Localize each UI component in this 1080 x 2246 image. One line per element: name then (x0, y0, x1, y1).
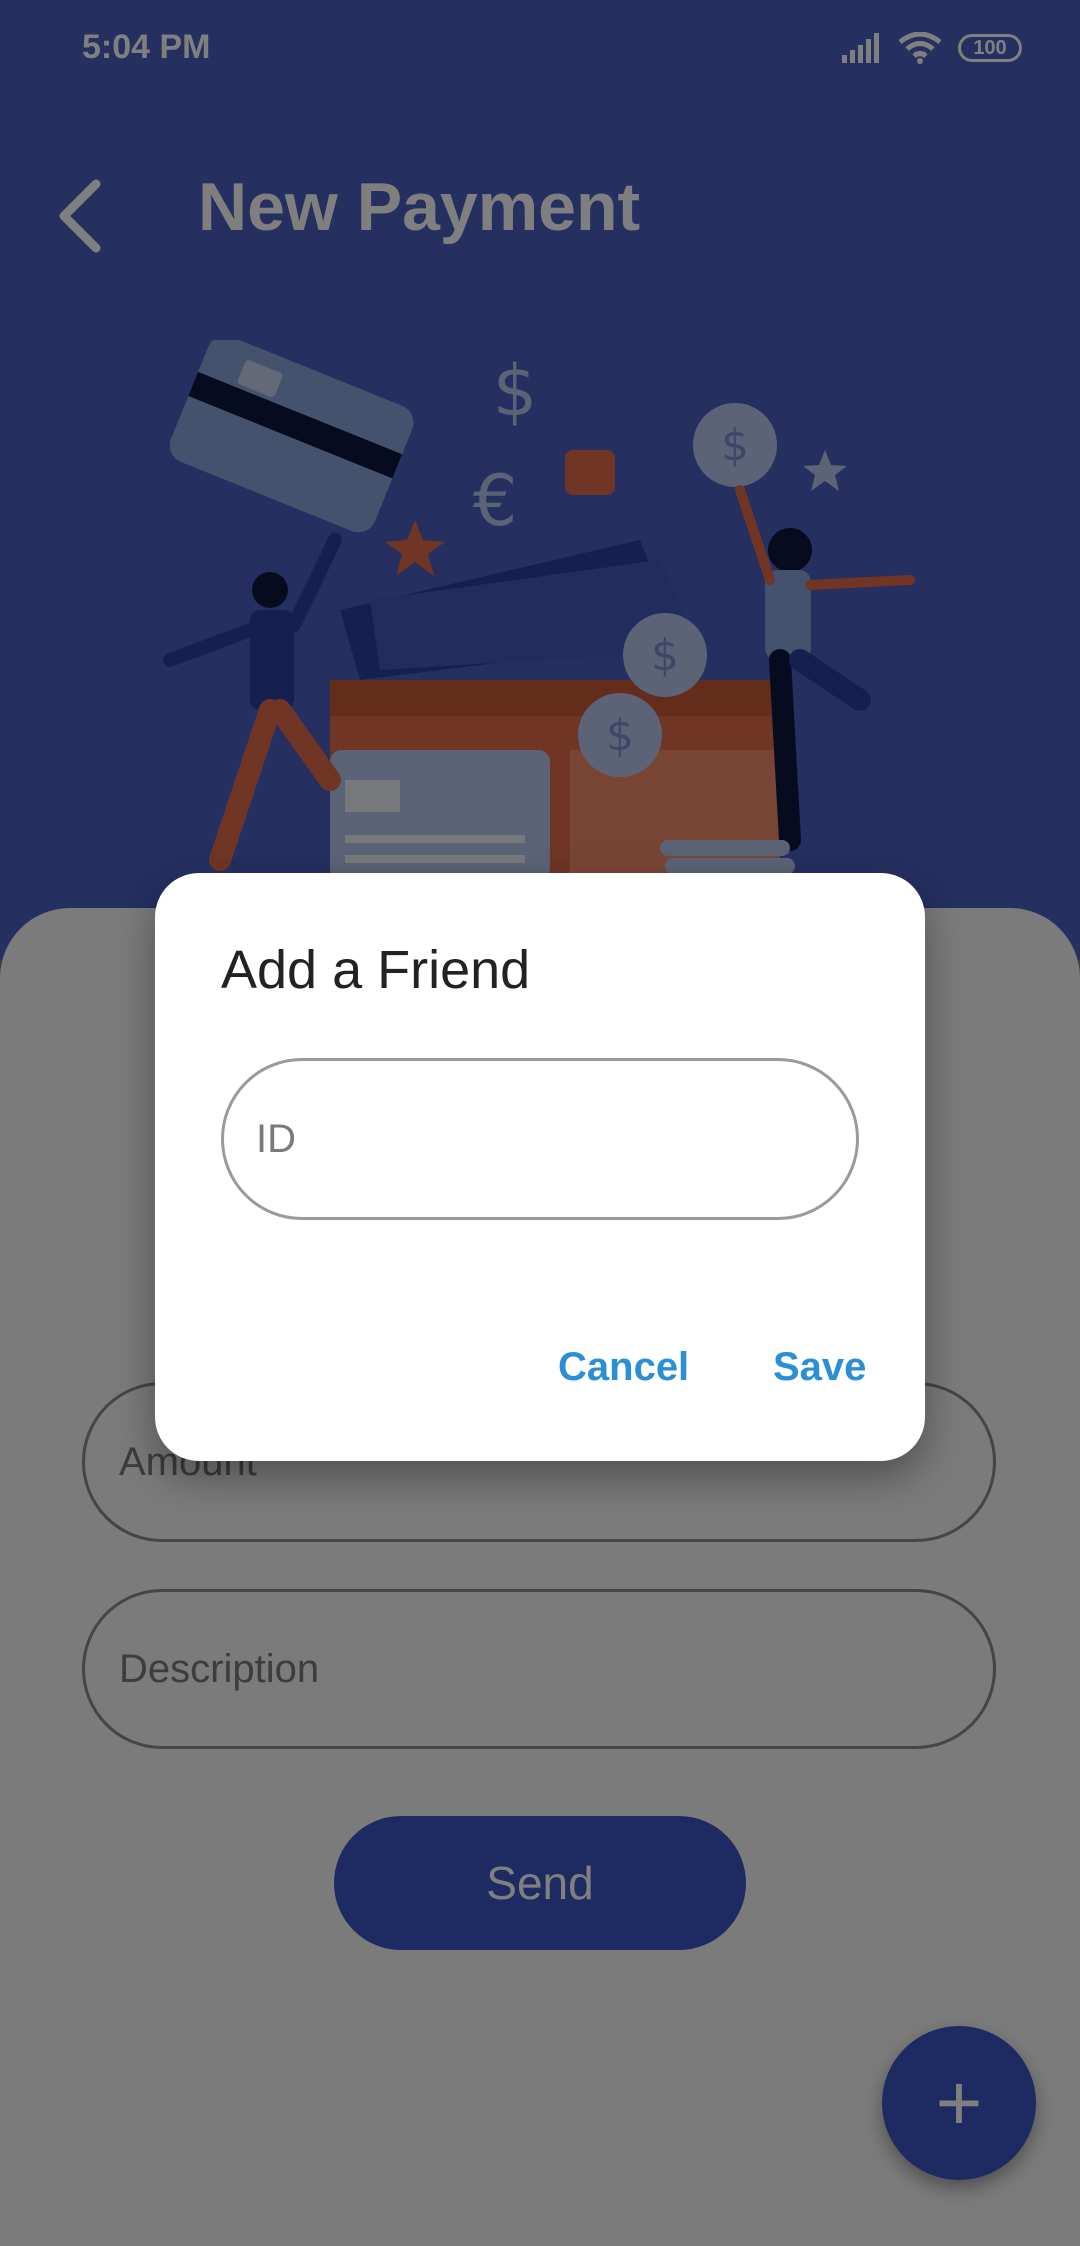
id-input[interactable]: ID (221, 1058, 859, 1220)
cancel-button[interactable]: Cancel (558, 1345, 689, 1390)
dialog-title: Add a Friend (221, 940, 531, 1000)
add-friend-dialog: Add a Friend ID Cancel Save (155, 873, 925, 1461)
id-placeholder: ID (256, 1116, 296, 1161)
save-button[interactable]: Save (773, 1345, 866, 1390)
